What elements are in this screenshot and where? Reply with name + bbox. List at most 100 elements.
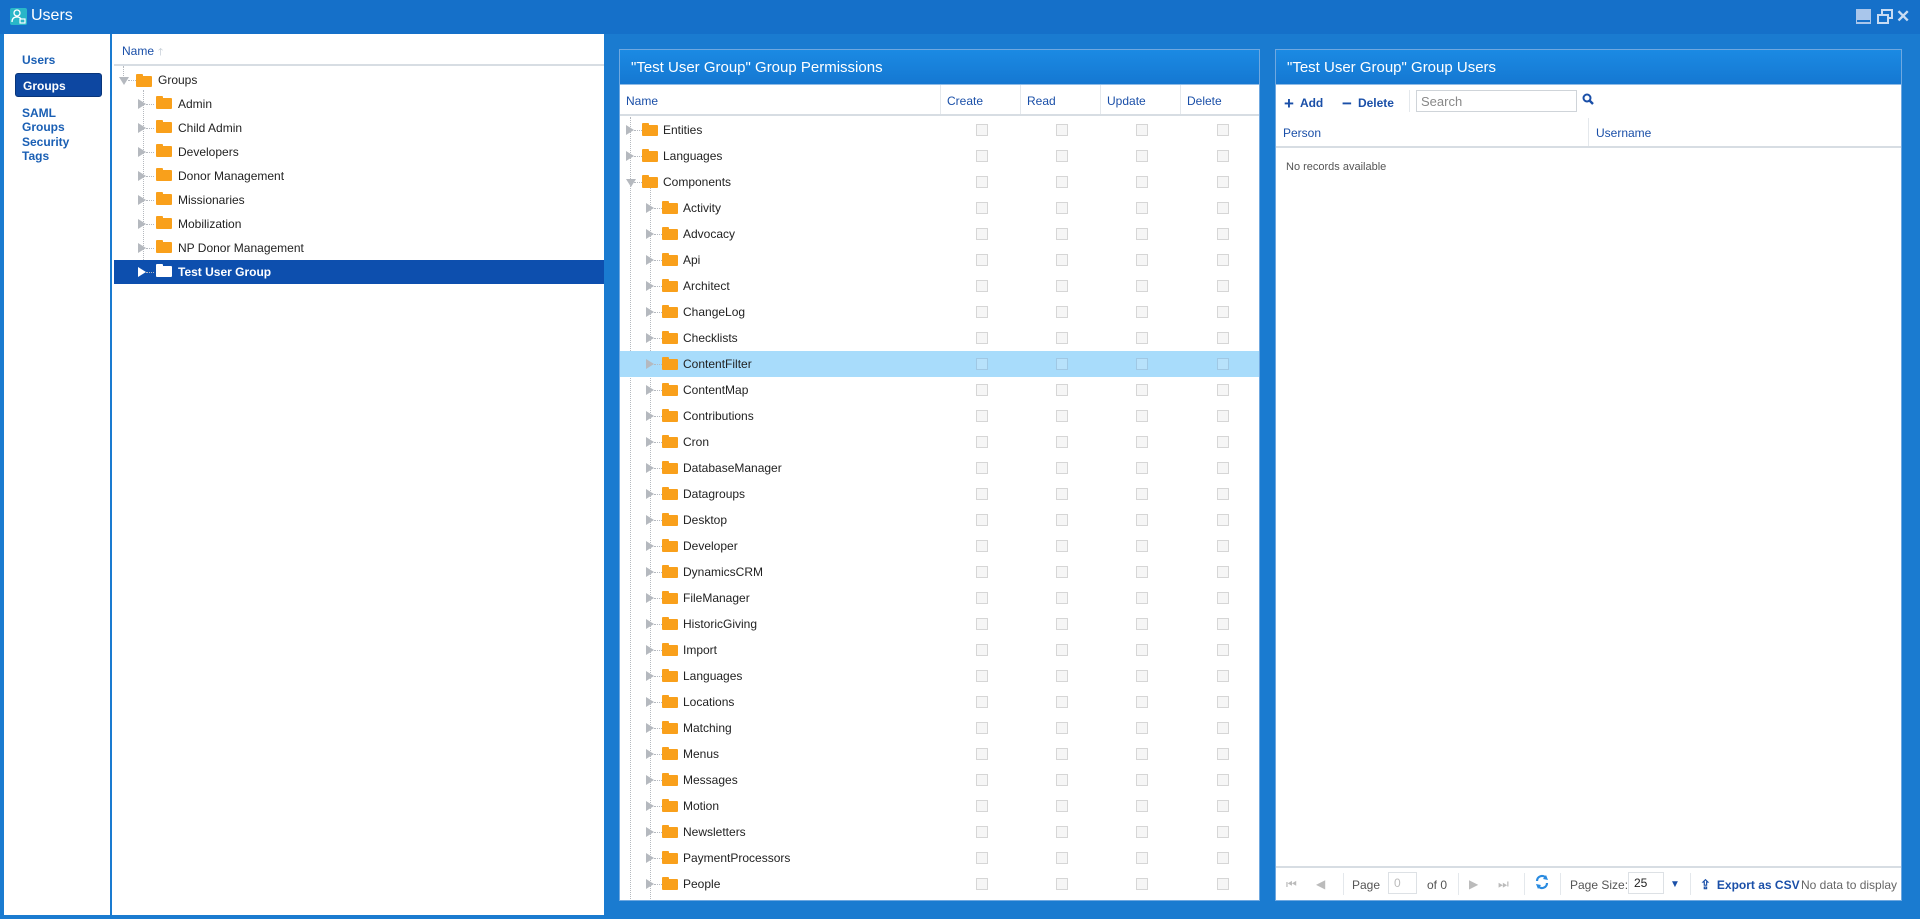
create-checkbox[interactable]: [976, 176, 988, 188]
expand-arrow-icon[interactable]: [646, 229, 654, 239]
permission-row[interactable]: Import: [620, 637, 1259, 663]
permission-row[interactable]: Architect: [620, 273, 1259, 299]
create-checkbox[interactable]: [976, 540, 988, 552]
expand-arrow-icon[interactable]: [646, 255, 654, 265]
update-checkbox[interactable]: [1136, 644, 1148, 656]
delete-checkbox[interactable]: [1217, 878, 1229, 890]
update-checkbox[interactable]: [1136, 878, 1148, 890]
create-checkbox[interactable]: [976, 618, 988, 630]
delete-checkbox[interactable]: [1217, 410, 1229, 422]
restore-icon[interactable]: [1877, 9, 1893, 25]
expand-arrow-icon[interactable]: [646, 619, 654, 629]
update-checkbox[interactable]: [1136, 774, 1148, 786]
expand-arrow-icon[interactable]: [646, 567, 654, 577]
expand-arrow-icon[interactable]: [646, 307, 654, 317]
expand-arrow-icon[interactable]: [646, 333, 654, 343]
tree-node-root[interactable]: Groups: [114, 68, 604, 92]
create-checkbox[interactable]: [976, 306, 988, 318]
sidebar-item-groups[interactable]: Groups: [15, 73, 102, 97]
column-header-person[interactable]: Person: [1276, 118, 1589, 146]
read-checkbox[interactable]: [1056, 488, 1068, 500]
read-checkbox[interactable]: [1056, 826, 1068, 838]
read-checkbox[interactable]: [1056, 462, 1068, 474]
delete-checkbox[interactable]: [1217, 592, 1229, 604]
delete-checkbox[interactable]: [1217, 254, 1229, 266]
delete-checkbox[interactable]: [1217, 852, 1229, 864]
minimize-icon[interactable]: [1856, 9, 1872, 25]
delete-checkbox[interactable]: [1217, 436, 1229, 448]
create-checkbox[interactable]: [976, 800, 988, 812]
permission-row[interactable]: Motion: [620, 793, 1259, 819]
read-checkbox[interactable]: [1056, 202, 1068, 214]
read-checkbox[interactable]: [1056, 878, 1068, 890]
delete-checkbox[interactable]: [1217, 306, 1229, 318]
permission-row[interactable]: ChangeLog: [620, 299, 1259, 325]
permission-row[interactable]: Messages: [620, 767, 1259, 793]
permission-row[interactable]: Matching: [620, 715, 1259, 741]
create-checkbox[interactable]: [976, 124, 988, 136]
read-checkbox[interactable]: [1056, 514, 1068, 526]
read-checkbox[interactable]: [1056, 566, 1068, 578]
delete-user-button[interactable]: − Delete: [1342, 94, 1394, 114]
update-checkbox[interactable]: [1136, 514, 1148, 526]
permission-row[interactable]: PaymentProcessors: [620, 845, 1259, 871]
page-size-input[interactable]: [1628, 872, 1664, 894]
expand-arrow-icon[interactable]: [138, 267, 146, 277]
delete-checkbox[interactable]: [1217, 332, 1229, 344]
update-checkbox[interactable]: [1136, 696, 1148, 708]
delete-checkbox[interactable]: [1217, 280, 1229, 292]
delete-checkbox[interactable]: [1217, 722, 1229, 734]
sidebar-item-users[interactable]: Users: [15, 48, 102, 72]
create-checkbox[interactable]: [976, 852, 988, 864]
permission-row[interactable]: HistoricGiving: [620, 611, 1259, 637]
expand-arrow-icon[interactable]: [646, 463, 654, 473]
delete-checkbox[interactable]: [1217, 176, 1229, 188]
collapse-arrow-icon[interactable]: [626, 179, 636, 187]
expand-arrow-icon[interactable]: [646, 203, 654, 213]
update-checkbox[interactable]: [1136, 176, 1148, 188]
update-checkbox[interactable]: [1136, 852, 1148, 864]
delete-checkbox[interactable]: [1217, 150, 1229, 162]
create-checkbox[interactable]: [976, 514, 988, 526]
update-checkbox[interactable]: [1136, 462, 1148, 474]
delete-checkbox[interactable]: [1217, 774, 1229, 786]
read-checkbox[interactable]: [1056, 410, 1068, 422]
read-checkbox[interactable]: [1056, 124, 1068, 136]
tree-node[interactable]: Admin: [114, 92, 604, 116]
read-checkbox[interactable]: [1056, 618, 1068, 630]
delete-checkbox[interactable]: [1217, 202, 1229, 214]
column-header-read[interactable]: Read: [1021, 85, 1101, 114]
read-checkbox[interactable]: [1056, 384, 1068, 396]
read-checkbox[interactable]: [1056, 644, 1068, 656]
expand-arrow-icon[interactable]: [626, 151, 634, 161]
sidebar-item-saml-groups[interactable]: SAML Groups: [15, 101, 102, 134]
update-checkbox[interactable]: [1136, 202, 1148, 214]
permission-row[interactable]: People: [620, 871, 1259, 897]
page-size-dropdown-icon[interactable]: ▼: [1670, 879, 1680, 890]
tree-node[interactable]: NP Donor Management: [114, 236, 604, 260]
update-checkbox[interactable]: [1136, 566, 1148, 578]
read-checkbox[interactable]: [1056, 306, 1068, 318]
permission-row[interactable]: ContentFilter: [620, 351, 1259, 377]
delete-checkbox[interactable]: [1217, 488, 1229, 500]
expand-arrow-icon[interactable]: [646, 723, 654, 733]
read-checkbox[interactable]: [1056, 358, 1068, 370]
first-page-icon[interactable]: ⏮: [1286, 877, 1297, 892]
expand-arrow-icon[interactable]: [646, 489, 654, 499]
update-checkbox[interactable]: [1136, 410, 1148, 422]
create-checkbox[interactable]: [976, 436, 988, 448]
permission-row[interactable]: Locations: [620, 689, 1259, 715]
tree-column-header[interactable]: Name 🡑: [114, 34, 604, 66]
update-checkbox[interactable]: [1136, 618, 1148, 630]
update-checkbox[interactable]: [1136, 722, 1148, 734]
permission-row[interactable]: ContentMap: [620, 377, 1259, 403]
update-checkbox[interactable]: [1136, 488, 1148, 500]
expand-arrow-icon[interactable]: [646, 281, 654, 291]
tree-node[interactable]: Missionaries: [114, 188, 604, 212]
permission-row[interactable]: Checklists: [620, 325, 1259, 351]
delete-checkbox[interactable]: [1217, 384, 1229, 396]
delete-checkbox[interactable]: [1217, 124, 1229, 136]
create-checkbox[interactable]: [976, 488, 988, 500]
delete-checkbox[interactable]: [1217, 826, 1229, 838]
next-page-icon[interactable]: ▶: [1469, 877, 1478, 891]
